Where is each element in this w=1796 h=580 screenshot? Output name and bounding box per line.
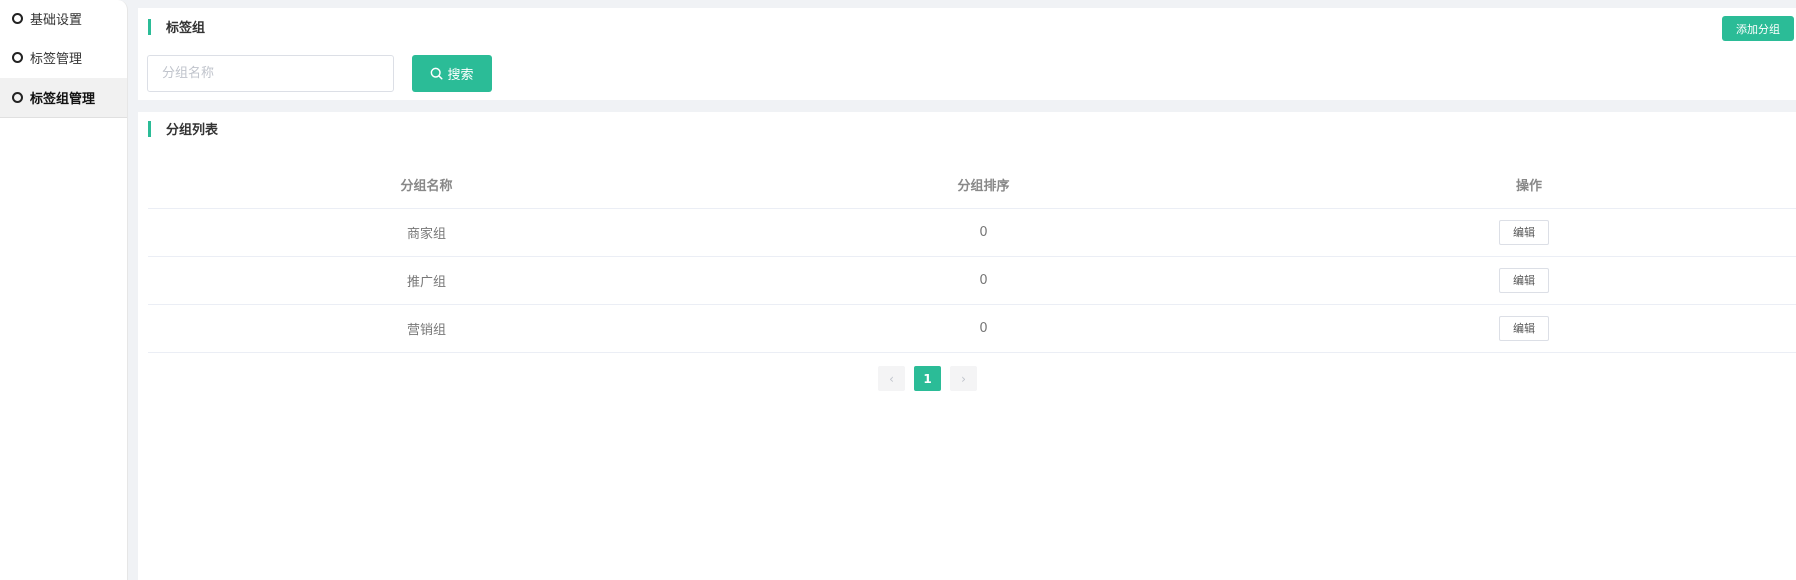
list-section-title-text: 分组列表	[166, 123, 219, 138]
pagination: ‹ 1 ›	[878, 366, 977, 391]
sidebar-item-tag-group-management[interactable]: 标签组管理	[0, 78, 127, 118]
group-name-search-input[interactable]	[147, 55, 394, 92]
column-header-group-name: 分组名称	[148, 162, 705, 209]
column-header-group-sort: 分组排序	[705, 162, 1262, 209]
sidebar-item-label: 标签管理	[30, 51, 83, 67]
cell-actions: 编辑	[1262, 256, 1796, 305]
cell-group-sort: 0	[705, 304, 1262, 353]
circle-icon	[12, 92, 23, 103]
add-group-button[interactable]: 添加分组	[1722, 16, 1794, 41]
column-header-actions: 操作	[1262, 162, 1796, 209]
cell-group-name: 推广组	[148, 256, 705, 305]
circle-icon	[12, 12, 23, 24]
search-button-label: 搜索	[447, 68, 474, 83]
table-header-row: 分组名称 分组排序 操作	[148, 162, 1796, 209]
list-section-title: 分组列表	[148, 119, 218, 138]
table-row: 商家组 0 编辑	[148, 208, 1796, 257]
edit-button[interactable]: 编辑	[1499, 267, 1549, 293]
filter-panel: 标签组 添加分组 搜索	[138, 8, 1796, 100]
list-panel: 分组列表 分组名称 分组排序 操作 商家组 0 编辑 推广组 0 编辑 营销组 …	[138, 112, 1796, 580]
cell-group-name: 营销组	[148, 304, 705, 353]
cell-actions: 编辑	[1262, 304, 1796, 353]
cell-group-name: 商家组	[148, 208, 705, 257]
cell-group-sort: 0	[705, 208, 1262, 257]
filter-section-title: 标签组	[148, 17, 205, 36]
sidebar-item-label: 标签组管理	[30, 92, 96, 107]
group-table: 分组名称 分组排序 操作 商家组 0 编辑 推广组 0 编辑 营销组 0 编辑	[148, 162, 1796, 353]
table-row: 推广组 0 编辑	[148, 256, 1796, 305]
cell-actions: 编辑	[1262, 208, 1796, 257]
sidebar-item-label: 基础设置	[30, 12, 83, 28]
cell-group-sort: 0	[705, 256, 1262, 305]
prev-page-button[interactable]: ‹	[878, 366, 905, 391]
sidebar: 基础设置 标签管理 标签组管理	[0, 0, 128, 580]
next-page-button[interactable]: ›	[950, 366, 977, 391]
circle-icon	[12, 51, 23, 63]
search-button[interactable]: 搜索	[412, 55, 492, 92]
page-number-current[interactable]: 1	[914, 366, 941, 391]
edit-button[interactable]: 编辑	[1499, 219, 1549, 245]
sidebar-item-tag-management[interactable]: 标签管理	[0, 36, 127, 78]
search-icon	[431, 67, 443, 80]
title-accent-bar	[148, 120, 151, 137]
filter-section-title-text: 标签组	[166, 21, 206, 36]
table-row: 营销组 0 编辑	[148, 304, 1796, 353]
edit-button[interactable]: 编辑	[1499, 315, 1549, 341]
sidebar-item-basic-settings[interactable]: 基础设置	[0, 0, 127, 36]
title-accent-bar	[148, 18, 151, 35]
